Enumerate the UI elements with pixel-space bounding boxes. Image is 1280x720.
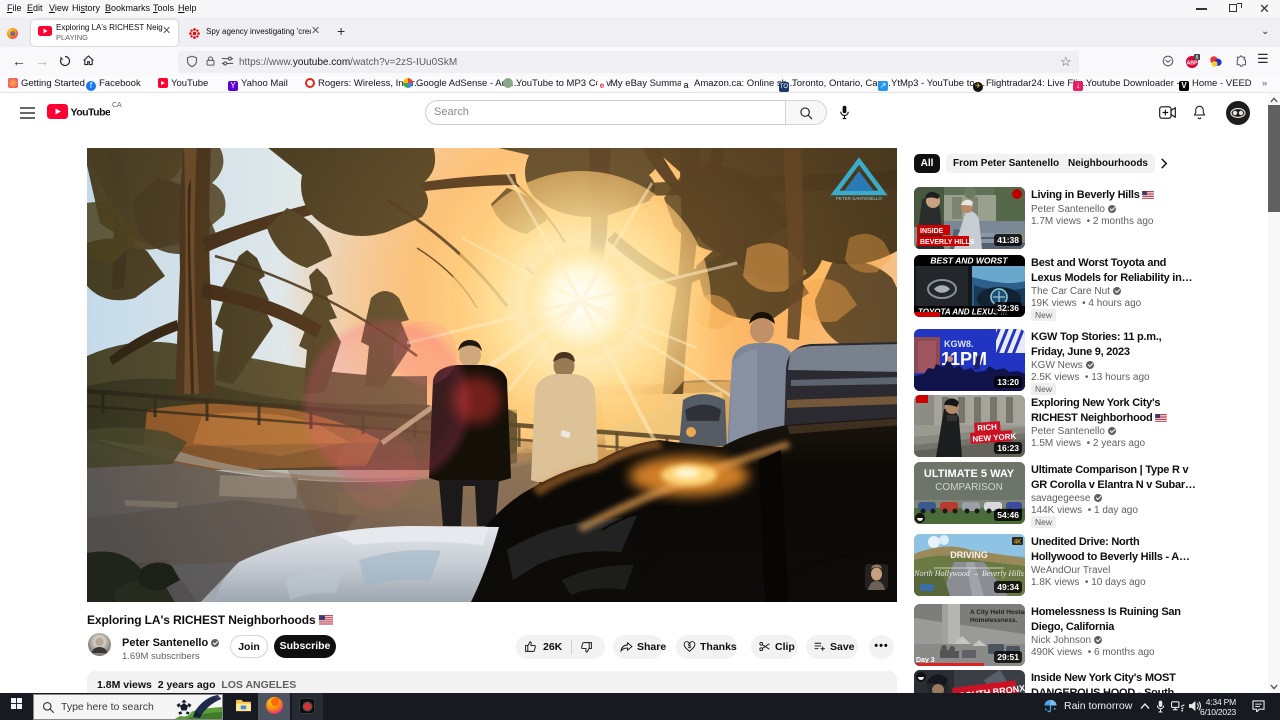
svg-text:ABP: ABP bbox=[1187, 60, 1198, 66]
svg-text:4K: 4K bbox=[1014, 540, 1021, 546]
svg-text:North Hollywood → Beverly Hill: North Hollywood → Beverly Hills bbox=[914, 569, 1024, 578]
svg-text:BEST AND WORST: BEST AND WORST bbox=[930, 256, 1008, 266]
svg-text:Day 3: Day 3 bbox=[916, 657, 935, 664]
svg-text:Homelessness.: Homelessness. bbox=[970, 617, 1018, 624]
svg-text:8: 8 bbox=[1195, 55, 1198, 61]
svg-text:RICH: RICH bbox=[977, 422, 997, 432]
svg-text:INSIDE: INSIDE bbox=[920, 228, 944, 235]
svg-text:ULTIMATE 5 WAY: ULTIMATE 5 WAY bbox=[924, 468, 1015, 480]
svg-text:COMPARISON: COMPARISON bbox=[935, 482, 1003, 493]
svg-text:$: $ bbox=[688, 644, 692, 650]
svg-text:KGW8.: KGW8. bbox=[944, 339, 974, 349]
svg-text:A City Held Hostage By: A City Held Hostage By bbox=[970, 609, 1025, 616]
svg-text:PETER SANTENELLO: PETER SANTENELLO bbox=[836, 196, 883, 201]
svg-text:BEVERLY HILLS: BEVERLY HILLS bbox=[920, 239, 975, 246]
svg-text:DRIVING: DRIVING bbox=[950, 550, 988, 560]
svg-text:YouTube: YouTube bbox=[71, 107, 111, 119]
